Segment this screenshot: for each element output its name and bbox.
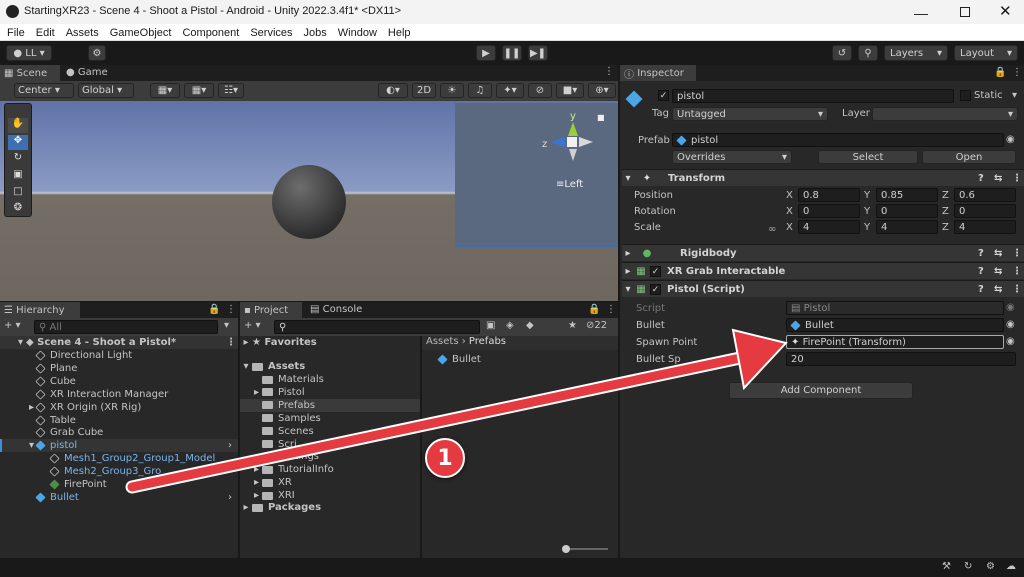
rotation-y-value: 0 <box>881 205 888 217</box>
position-x-value: 0.8 <box>803 189 819 201</box>
annotation-arrow <box>125 328 788 494</box>
scale-x-input[interactable]: 4 <box>798 220 860 234</box>
axis-y-label[interactable]: Y <box>864 206 870 217</box>
scale-z-value: 4 <box>959 221 966 233</box>
rotation-y-input[interactable]: 0 <box>876 204 938 218</box>
axis-x-label[interactable]: X <box>786 206 793 217</box>
scale-x-value: 4 <box>803 221 810 233</box>
position-y-value: 0.85 <box>881 189 904 201</box>
axis-z-label[interactable]: Z <box>942 190 949 201</box>
axis-x-label[interactable]: X <box>786 190 793 201</box>
scale-y-input[interactable]: 4 <box>876 220 938 234</box>
annotation-number: 1 <box>437 445 453 471</box>
axis-y-label[interactable]: Y <box>864 222 870 233</box>
rotation-z-input[interactable]: 0 <box>954 204 1016 218</box>
axis-x-label[interactable]: X <box>786 222 793 233</box>
rotation-z-value: 0 <box>959 205 966 217</box>
annotation-step-badge: 1 <box>425 438 465 478</box>
axis-y-label[interactable]: Y <box>864 190 870 201</box>
position-y-input[interactable]: 0.85 <box>876 188 938 202</box>
rotation-x-input[interactable]: 0 <box>798 204 860 218</box>
position-z-value: 0.6 <box>959 189 975 201</box>
transform-rotation-label: Rotation <box>634 206 676 217</box>
scale-z-input[interactable]: 4 <box>954 220 1016 234</box>
scale-y-value: 4 <box>881 221 888 233</box>
transform-position-label: Position <box>634 190 673 201</box>
position-x-input[interactable]: 0.8 <box>798 188 860 202</box>
axis-z-label[interactable]: Z <box>942 222 949 233</box>
transform-scale-label: Scale <box>634 222 661 233</box>
position-z-input[interactable]: 0.6 <box>954 188 1016 202</box>
rotation-x-value: 0 <box>803 205 810 217</box>
axis-z-label[interactable]: Z <box>942 206 949 217</box>
